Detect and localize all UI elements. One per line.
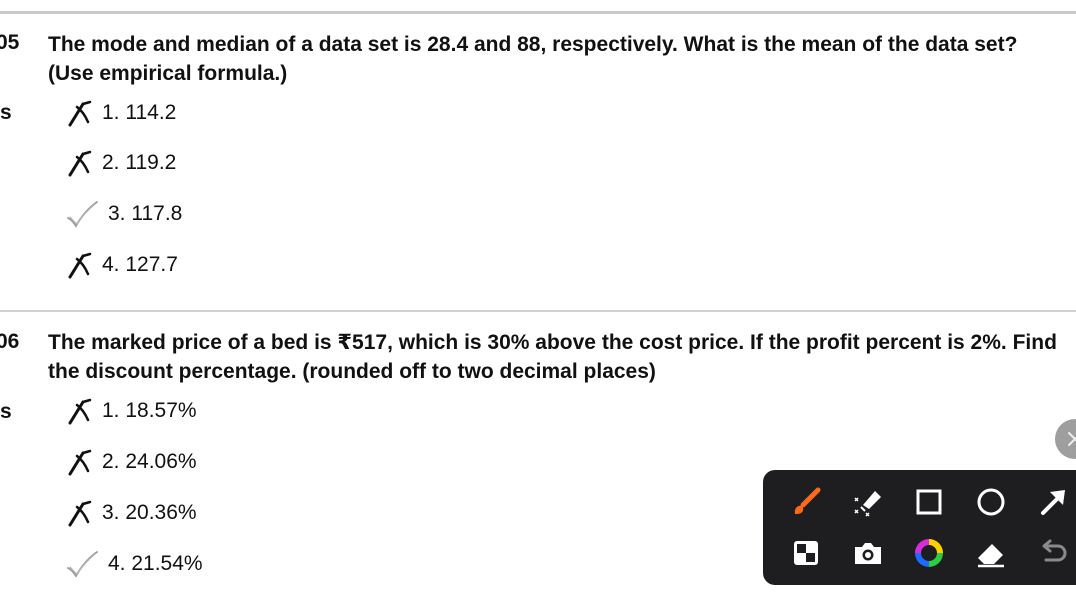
top-divider (0, 11, 1076, 14)
option-label: 3. 20.36% (102, 501, 197, 524)
arrow-icon[interactable] (1033, 482, 1073, 522)
option-label: 4. 127.7 (102, 253, 178, 276)
option-label: 2. 119.2 (102, 151, 177, 174)
question-number: 05 (0, 31, 20, 54)
camera-icon[interactable] (848, 533, 888, 573)
wrong-mark-icon (64, 498, 100, 528)
correct-check-icon (64, 549, 100, 579)
correct-check-icon (64, 199, 100, 229)
option-item[interactable]: 4. 21.54% (64, 547, 203, 581)
laser-pointer-icon[interactable] (848, 482, 888, 522)
eraser-icon[interactable] (971, 533, 1011, 573)
option-item[interactable]: 1. 114.2 (64, 96, 176, 130)
option-item[interactable]: 2. 119.2 (64, 146, 176, 180)
option-label: 1. 114.2 (102, 101, 177, 124)
option-item[interactable]: 2. 24.06% (64, 445, 197, 479)
paintbrush-icon[interactable] (786, 482, 826, 522)
answer-side-label: s (0, 400, 12, 423)
answer-side-label: s (0, 101, 12, 124)
option-label: 3. 117.8 (108, 202, 183, 225)
wrong-mark-icon (64, 396, 100, 426)
option-item[interactable]: 3. 20.36% (64, 496, 197, 530)
question-divider (0, 310, 1076, 312)
question-text: The mode and median of a data set is 28.… (48, 33, 1018, 85)
annotation-toolbar (763, 470, 1076, 585)
option-label: 4. 21.54% (108, 552, 203, 575)
option-label: 1. 18.57% (102, 399, 197, 422)
wrong-mark-icon (64, 250, 100, 280)
option-item[interactable]: 1. 18.57% (64, 394, 197, 428)
wrong-mark-icon (64, 447, 100, 477)
rectangle-icon[interactable] (909, 482, 949, 522)
option-item[interactable]: 4. 127.7 (64, 248, 178, 282)
option-item[interactable]: 3. 117.8 (64, 197, 182, 231)
mosaic-icon[interactable] (786, 533, 826, 573)
option-label: 2. 24.06% (102, 450, 197, 473)
question-text: The marked price of a bed is ₹517, which… (48, 331, 1057, 383)
wrong-mark-icon (64, 148, 100, 178)
circle-icon[interactable] (971, 482, 1011, 522)
question-number: 06 (0, 330, 20, 353)
wrong-mark-icon (64, 98, 100, 128)
undo-icon[interactable] (1033, 533, 1073, 573)
color-wheel-icon[interactable] (909, 533, 949, 573)
close-overlay-button[interactable] (1055, 419, 1076, 459)
close-icon (1068, 432, 1076, 446)
